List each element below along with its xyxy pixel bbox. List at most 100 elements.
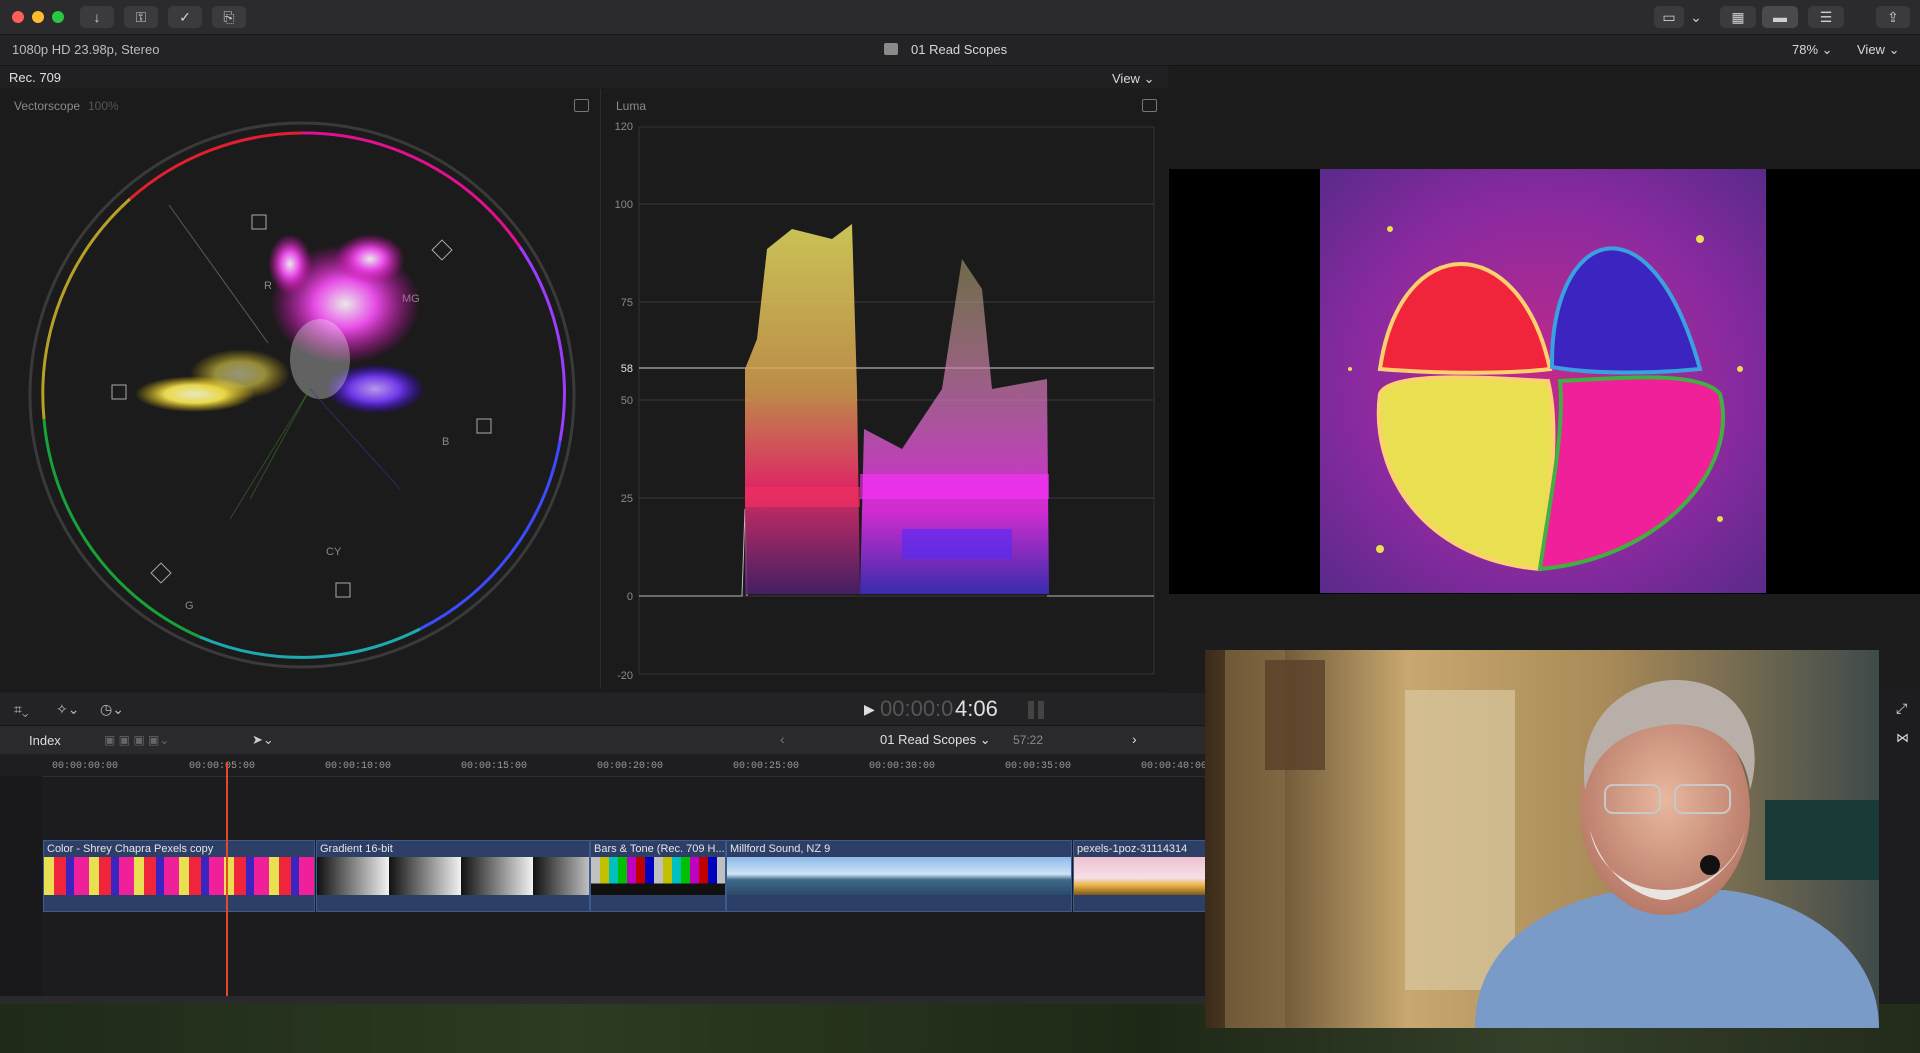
select-tool-icon[interactable]: ➤⌄ xyxy=(252,732,274,748)
scopes-view-label: View xyxy=(1112,71,1140,86)
vectorscope-label-g: G xyxy=(185,600,194,612)
clip-label: Millford Sound, NZ 9 xyxy=(730,843,831,855)
import-icon: ↓ xyxy=(93,9,101,25)
clip-thumbnails xyxy=(727,857,1071,895)
play-icon[interactable]: ▶ xyxy=(864,701,875,718)
zoom-window-button[interactable] xyxy=(52,11,64,23)
grid-icon: ▦ xyxy=(1731,8,1745,25)
target-r xyxy=(251,214,267,230)
timeline-project-menu[interactable]: 01 Read Scopes ⌄ xyxy=(880,732,991,748)
export-icon: ⇪ xyxy=(1887,8,1899,25)
minimize-window-button[interactable] xyxy=(32,11,44,23)
target-yl xyxy=(111,384,127,400)
enhance-tool-icon[interactable]: ✧⌄ xyxy=(56,701,79,718)
colorspace-label: Rec. 709 xyxy=(9,70,62,85)
clip-thumbnails xyxy=(591,857,725,895)
vectorscope-graph: R MG B CY G xyxy=(28,121,576,669)
connect-icon: ▭ xyxy=(1662,8,1676,25)
timeline-ruler[interactable]: 00:00:00:00 00:00:05:00 00:00:10:00 00:0… xyxy=(0,754,1208,777)
timecode-value: 4:06 xyxy=(955,696,998,721)
timecode-dim: 00:00:0 xyxy=(880,696,954,721)
audio-meter-icon xyxy=(1038,701,1044,719)
viewer-view-menu[interactable]: View ⌄ xyxy=(1857,42,1899,58)
tick-25: 25 xyxy=(621,493,633,505)
timeline-toggle-button[interactable]: ▬ xyxy=(1762,6,1798,28)
clip-label: Color - Shrey Chapra Pexels copy xyxy=(47,843,214,855)
clip-label: Bars & Tone (Rec. 709 H... xyxy=(594,843,725,855)
timeline-clip[interactable]: Bars & Tone (Rec. 709 H... xyxy=(590,840,726,912)
target-g xyxy=(150,562,172,584)
timeline-clip[interactable]: Color - Shrey Chapra Pexels copy xyxy=(43,840,315,912)
keywords-button[interactable]: ⚿ xyxy=(124,6,158,28)
ruler-label: 00:00:05:00 xyxy=(189,761,256,772)
video-scopes: Rec. 709 View ⌄ Vectorscope 100% R B CY … xyxy=(0,66,1168,692)
index-button[interactable]: Index xyxy=(29,733,61,748)
inspector-icon: ☰ xyxy=(1819,8,1833,25)
audio-skimming-icon[interactable]: ⋈ xyxy=(1896,730,1909,746)
clip-label: Gradient 16-bit xyxy=(320,843,393,855)
timeline-scrollbar[interactable] xyxy=(0,996,1205,1004)
vectorscope-trace xyxy=(135,234,425,520)
info-bar: 1080p HD 23.98p, Stereo 01 Read Scopes 7… xyxy=(0,35,1920,66)
share-icon: ⎘ xyxy=(223,8,235,25)
timeline-duration: 57:22 xyxy=(1013,733,1044,747)
filmstrip-icon: ▬ xyxy=(1773,9,1787,25)
transform-tool-icon[interactable]: ⌗⌄ xyxy=(14,701,29,718)
luma-waveform-panel: Luma 120 100 75 58 50 25 0 -20 xyxy=(602,89,1168,689)
playhead[interactable] xyxy=(226,762,228,997)
vectorscope-label-r: R xyxy=(264,280,272,292)
zoom-menu[interactable]: 78% ⌄ xyxy=(1792,42,1833,58)
audio-meter-icon xyxy=(1028,701,1034,719)
target-b xyxy=(476,418,492,434)
ruler-label: 00:00:40:00 xyxy=(1141,761,1208,772)
viewer-toolbar: ⌗⌄ ✧⌄ ◷⌄ ▶ 00:00:0 4:06 xyxy=(0,693,1205,725)
timeline-clip[interactable]: pexels-1poz-31114314 xyxy=(1073,840,1207,912)
speed-tool-icon[interactable]: ◷⌄ xyxy=(100,701,124,718)
timeline-clip[interactable]: Gradient 16-bit xyxy=(316,840,590,912)
presenter-webcam-overlay xyxy=(1205,650,1879,1028)
project-title: 01 Read Scopes xyxy=(911,42,1008,57)
export-button[interactable]: ⇪ xyxy=(1876,6,1910,28)
tick-minus20: -20 xyxy=(617,670,633,682)
window-titlebar: ↓ ⚿ ✓ ⎘ ▭ ⌄ ▦ ▬ ☰ ⇪ xyxy=(0,0,1920,35)
chevron-left-icon[interactable]: ‹ xyxy=(780,731,785,747)
tick-75: 75 xyxy=(621,297,633,309)
close-window-button[interactable] xyxy=(12,11,24,23)
viewer-view-label: View xyxy=(1857,42,1885,57)
format-label: 1080p HD 23.98p, Stereo xyxy=(12,42,160,57)
timeline[interactable]: 00:00:00:00 00:00:05:00 00:00:10:00 00:0… xyxy=(0,754,1208,1004)
tick-50: 50 xyxy=(621,395,633,407)
fullscreen-icon[interactable]: ⤢ xyxy=(1896,700,1907,717)
viewer xyxy=(1169,66,1920,692)
ruler-label: 00:00:35:00 xyxy=(1005,761,1072,772)
browser-toggle-button[interactable]: ▦ xyxy=(1720,6,1756,28)
chevron-right-icon[interactable]: › xyxy=(1132,731,1137,747)
background-tasks-button[interactable]: ✓ xyxy=(168,6,202,28)
waveform-trace xyxy=(639,224,1154,597)
skin-tone-line xyxy=(168,204,269,344)
chevron-down-icon: ⌄ xyxy=(1690,8,1702,25)
viewer-frame-image[interactable] xyxy=(1320,169,1766,593)
ruler-label: 00:00:25:00 xyxy=(733,761,800,772)
vectorscope-label-b: B xyxy=(442,436,449,448)
connect-menu-button[interactable]: ⌄ xyxy=(1686,6,1706,28)
tick-120: 120 xyxy=(615,121,633,133)
inspector-toggle-button[interactable]: ☰ xyxy=(1808,6,1844,28)
import-button[interactable]: ↓ xyxy=(80,6,114,28)
vectorscope-label-cy: CY xyxy=(326,546,342,558)
vectorscope-panel: Vectorscope 100% R B CY G xyxy=(0,89,601,689)
target-mg xyxy=(431,239,453,261)
tick-58: 58 xyxy=(621,363,633,375)
luma-waveform-graph: 120 100 75 58 50 25 0 -20 xyxy=(615,121,1155,682)
clip-label: pexels-1poz-31114314 xyxy=(1077,843,1188,855)
share-button[interactable]: ⎘ xyxy=(212,6,246,28)
clip-thumbnails xyxy=(317,857,589,895)
timeline-clip[interactable]: Millford Sound, NZ 9 xyxy=(726,840,1072,912)
zoom-value: 78% xyxy=(1792,42,1819,57)
timeline-project-name: 01 Read Scopes xyxy=(880,732,977,747)
scopes-view-menu[interactable]: View ⌄ xyxy=(1112,71,1154,87)
timeline-toolbar: Index ▣ ▣ ▣ ▣⌄ ➤⌄ ‹ 01 Read Scopes ⌄ 57:… xyxy=(0,725,1205,755)
connect-button[interactable]: ▭ xyxy=(1654,6,1684,28)
edit-buttons[interactable]: ▣ ▣ ▣ ▣⌄ xyxy=(104,733,214,747)
timeline-gutter xyxy=(0,776,42,1004)
